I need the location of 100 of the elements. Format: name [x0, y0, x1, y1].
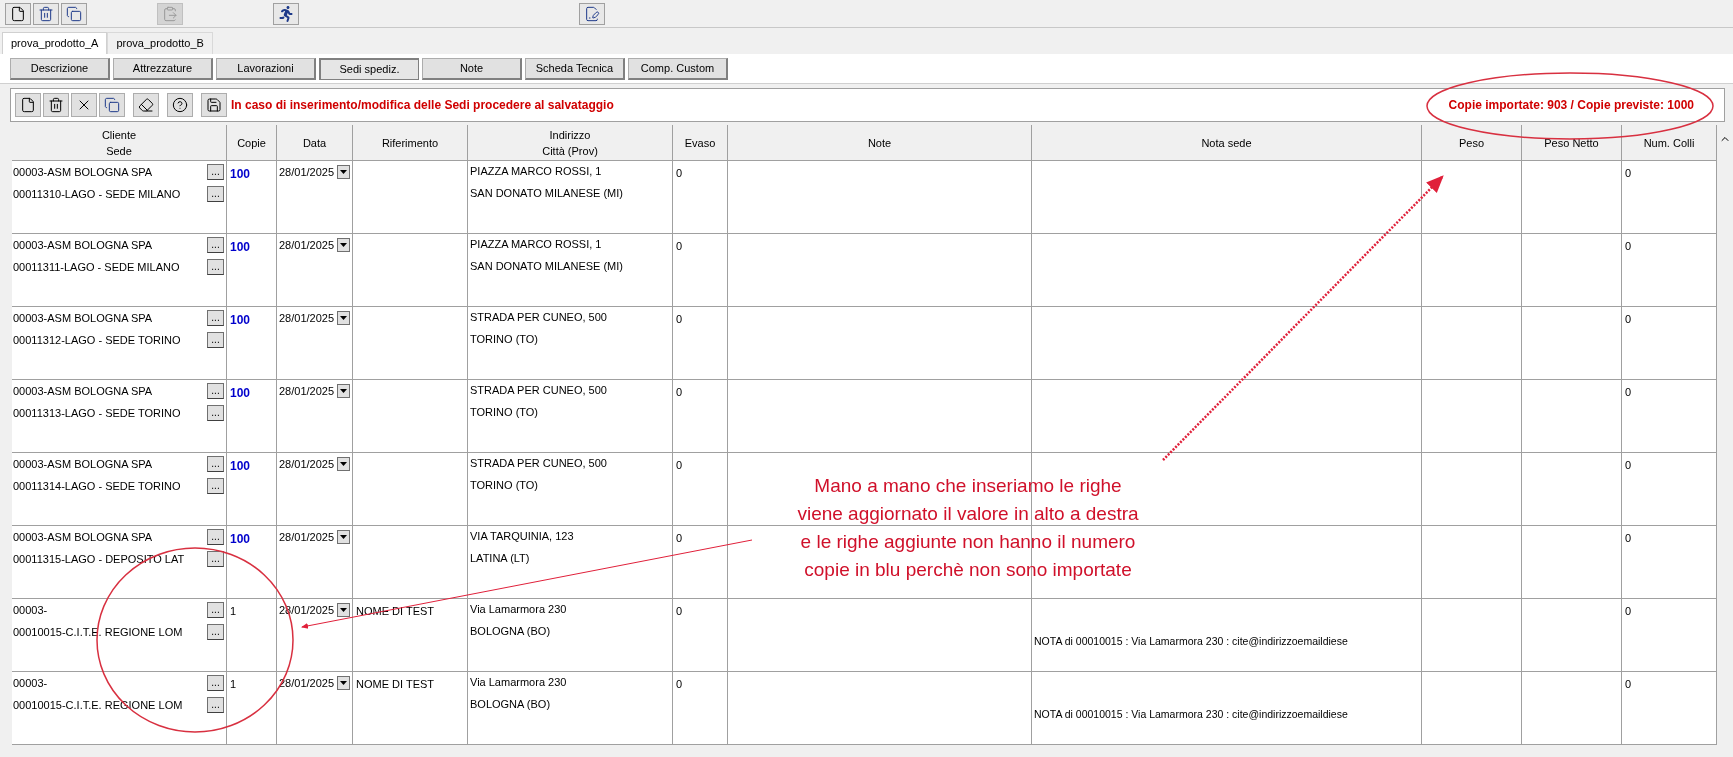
caret-icon	[340, 608, 347, 612]
evaso-value: 0	[676, 313, 683, 325]
running-person-icon	[278, 5, 294, 22]
city-text: BOLOGNA (BO)	[470, 698, 552, 711]
browse-button[interactable]: ...	[207, 259, 224, 275]
address-text: VIA TARQUINIA, 123	[470, 530, 575, 543]
dropdown-button[interactable]	[337, 457, 350, 471]
caret-icon	[340, 170, 347, 174]
section-button[interactable]: Comp. Custom	[628, 57, 728, 80]
trash-icon	[38, 5, 54, 22]
evaso-value: 0	[676, 678, 683, 690]
browse-button[interactable]: ...	[207, 237, 224, 253]
browse-button[interactable]: ...	[207, 697, 224, 713]
cliente-text: 00003-ASM BOLOGNA SPA	[13, 529, 153, 545]
caret-icon	[340, 389, 347, 393]
trash-icon	[48, 97, 64, 113]
sede-text: 00011312-LAGO - SEDE TORINO	[13, 332, 181, 348]
new-file-icon	[20, 97, 36, 113]
save-button[interactable]	[201, 93, 227, 117]
dropdown-button[interactable]	[337, 603, 350, 617]
browse-button[interactable]: ...	[207, 332, 224, 348]
cancel-button[interactable]	[71, 93, 97, 117]
evaso-value: 0	[676, 459, 683, 471]
help-button[interactable]	[167, 93, 193, 117]
address-text: Via Lamarmora 230	[470, 603, 568, 616]
toolbar-button[interactable]	[5, 2, 31, 25]
city-text: TORINO (TO)	[470, 406, 540, 419]
browse-button[interactable]: ...	[207, 675, 224, 691]
browse-button[interactable]: ...	[207, 602, 224, 618]
dropdown-button[interactable]	[337, 311, 350, 325]
city-text: TORINO (TO)	[470, 479, 540, 492]
section-button[interactable]: Attrezzature	[113, 57, 213, 80]
browse-button[interactable]: ...	[207, 164, 224, 180]
caret-icon	[340, 681, 347, 685]
eraser-button[interactable]	[133, 93, 159, 117]
toolbar-button[interactable]	[273, 2, 299, 25]
cliente-text: 00003-ASM BOLOGNA SPA	[13, 310, 153, 326]
sede-text: 00011314-LAGO - SEDE TORINO	[13, 478, 181, 494]
toolbar-button[interactable]	[33, 2, 59, 25]
browse-button[interactable]: ...	[207, 405, 224, 421]
section-button[interactable]: Descrizione	[10, 57, 110, 80]
colli-value: 0	[1625, 678, 1632, 690]
caret-icon	[340, 316, 347, 320]
colli-value: 0	[1625, 459, 1632, 471]
browse-button[interactable]: ...	[207, 310, 224, 326]
dropdown-button[interactable]	[337, 530, 350, 544]
copies-value: 100	[230, 240, 251, 254]
browse-button[interactable]: ...	[207, 529, 224, 545]
cliente-text: 00003-ASM BOLOGNA SPA	[13, 164, 153, 180]
copies-value: 1	[230, 678, 237, 690]
save-warning: In caso di inserimento/modifica delle Sedi procedere al salvataggio	[231, 97, 614, 114]
delete-all-button[interactable]	[99, 93, 125, 117]
colli-value: 0	[1625, 167, 1632, 179]
dropdown-button[interactable]	[337, 676, 350, 690]
dropdown-button[interactable]	[337, 165, 350, 179]
delete-row-button[interactable]	[43, 93, 69, 117]
copy-icon	[66, 5, 82, 22]
colli-value: 0	[1625, 386, 1632, 398]
colli-value: 0	[1625, 532, 1632, 544]
caret-icon	[340, 243, 347, 247]
section-button[interactable]: Scheda Tecnica	[525, 57, 625, 80]
section-button[interactable]: Lavorazioni	[216, 57, 316, 80]
dropdown-button[interactable]	[337, 238, 350, 252]
city-text: BOLOGNA (BO)	[470, 625, 552, 638]
new-file-icon	[10, 5, 26, 22]
date-value: 28/01/2025	[279, 383, 335, 399]
city-text: LATINA (LT)	[470, 552, 531, 565]
eraser-icon	[138, 97, 154, 113]
document-tab[interactable]: prova_prodotto_A	[2, 32, 108, 54]
browse-button[interactable]: ...	[207, 624, 224, 640]
city-text: SAN DONATO MILANESE (MI)	[470, 187, 624, 200]
browse-button[interactable]: ...	[207, 478, 224, 494]
copies-value: 100	[230, 167, 251, 181]
address-text: PIAZZA MARCO ROSSI, 1	[470, 165, 603, 178]
browse-button[interactable]: ...	[207, 186, 224, 202]
document-tab[interactable]: prova_prodotto_B	[107, 32, 213, 54]
new-row-button[interactable]	[15, 93, 41, 117]
browse-button[interactable]: ...	[207, 383, 224, 399]
browse-button[interactable]: ...	[207, 551, 224, 567]
copies-value: 100	[230, 532, 251, 546]
section-button[interactable]: Sedi spediz.	[319, 57, 419, 80]
caret-icon	[340, 462, 347, 466]
date-value: 28/01/2025	[279, 456, 335, 472]
date-value: 28/01/2025	[279, 237, 335, 253]
cliente-text: 00003-	[13, 602, 48, 618]
address-text: PIAZZA MARCO ROSSI, 1	[470, 238, 603, 251]
cliente-text: 00003-ASM BOLOGNA SPA	[13, 383, 153, 399]
section-button[interactable]: Note	[422, 57, 522, 80]
evaso-value: 0	[676, 532, 683, 544]
browse-button[interactable]: ...	[207, 456, 224, 472]
cliente-text: 00003-	[13, 675, 48, 691]
help-icon	[172, 97, 188, 113]
edit-file-icon	[584, 5, 600, 22]
toolbar-button[interactable]	[61, 2, 87, 25]
caret-icon	[340, 535, 347, 539]
copies-counter: Copie importate: 903 / Copie previste: 1000	[1448, 97, 1694, 114]
annotation-text: Mano a mano che inseriamo le righe viene aggiornato il valore in alto a destra e le righe aggiunte non hanno il numero copie in blu perchè non sono importate	[796, 474, 1140, 582]
copies-value: 100	[230, 313, 251, 327]
dropdown-button[interactable]	[337, 384, 350, 398]
toolbar-button[interactable]	[579, 2, 605, 25]
